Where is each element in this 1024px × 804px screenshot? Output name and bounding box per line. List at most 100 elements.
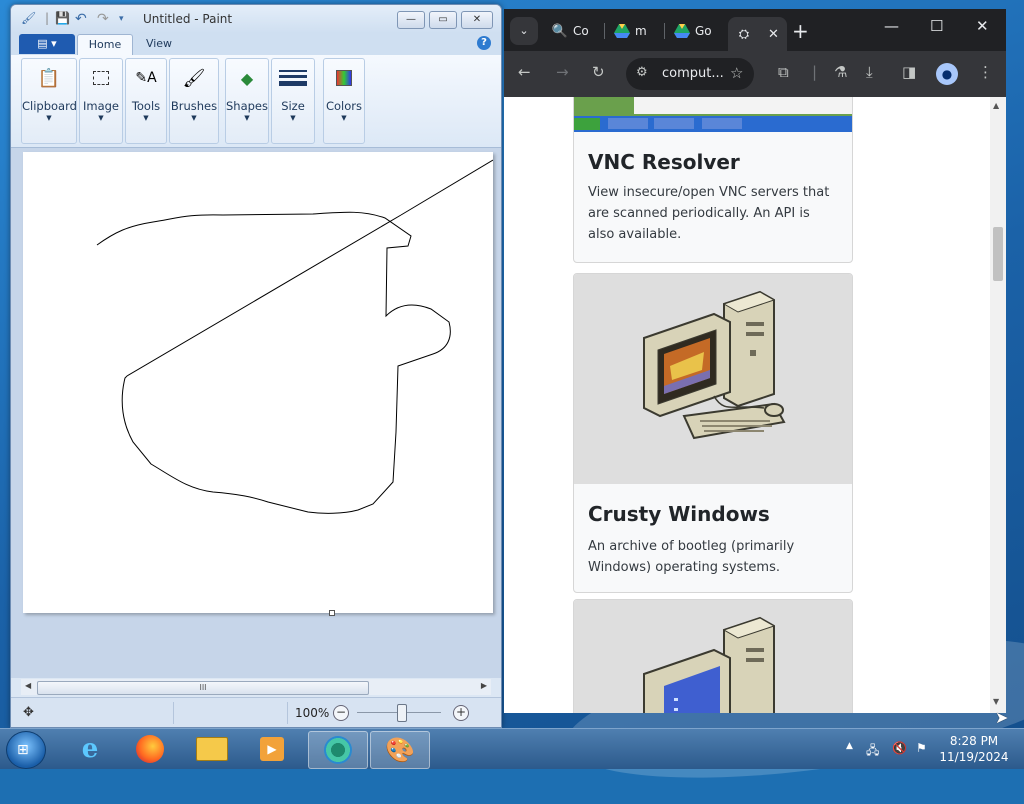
new-tab-button[interactable]: + (792, 19, 809, 43)
tools-label: Tools (131, 99, 161, 113)
taskbar-chrome-app[interactable] (308, 731, 368, 769)
card-crusty-windows[interactable]: Crusty Windows An archive of bootleg (pr… (573, 273, 853, 593)
status-separator (287, 702, 288, 724)
retro-computer-image (574, 600, 852, 713)
shapes-group[interactable]: ◆ Shapes ▼ (225, 58, 269, 144)
scroll-left-arrow-icon[interactable]: ◀ (25, 681, 31, 690)
site-icon: ⛭ (738, 26, 750, 42)
browser-tab-3[interactable]: Go (674, 17, 712, 45)
volume-muted-icon[interactable]: 🔇 (892, 741, 907, 755)
zoom-out-button[interactable]: − (333, 705, 349, 721)
toolbar-divider: | (812, 63, 818, 81)
close-button[interactable]: ✕ (976, 17, 989, 35)
profile-avatar-icon[interactable]: ● (936, 63, 958, 85)
search-icon: 🔍 (551, 23, 569, 39)
ribbon: 📋 Clipboard ▼ Image ▼ ✎A Tools ▼ 🖌 Brush… (11, 55, 501, 148)
tab-home[interactable]: Home (77, 34, 133, 55)
chevron-down-icon: ▼ (191, 114, 197, 122)
window-title: Untitled - Paint (143, 12, 233, 26)
minimize-button[interactable]: — (397, 11, 425, 29)
show-hidden-icons-arrow[interactable]: ▲ (846, 741, 853, 751)
close-tab-icon[interactable]: ✕ (768, 27, 779, 42)
start-button[interactable]: ⊞ (6, 731, 46, 769)
paint-app-icon[interactable]: 🖌 (21, 11, 36, 25)
image-group[interactable]: Image ▼ (79, 58, 123, 144)
minimize-button[interactable]: — (884, 17, 899, 35)
card-title[interactable]: VNC Resolver (588, 150, 740, 174)
brushes-group[interactable]: 🖌 Brushes ▼ (169, 58, 219, 144)
site-info-icon[interactable]: ⚙ (636, 65, 648, 80)
tools-group[interactable]: ✎A Tools ▼ (125, 58, 167, 144)
chrome-window: ⌄ 🔍 Co m Go ⛭ ✕ + — ☐ ✕ ← → ↻ ⚙ comput..… (504, 9, 1006, 713)
scrollbar-thumb[interactable]: III (37, 681, 369, 695)
taskbar: ⊞ e ▶ 🎨 ▲ 🖧 🔇 ⚑ 8:28 PM 11/19/2024 (0, 728, 1024, 769)
paint-titlebar[interactable]: 🖌 | 💾 ↶ ↷ ▾ Untitled - Paint — ▭ ✕ (11, 5, 501, 33)
menu-kebab-icon[interactable]: ⋮ (978, 63, 993, 81)
help-icon[interactable]: ? (477, 36, 491, 50)
tab-view[interactable]: View (137, 34, 181, 54)
scroll-down-arrow-icon[interactable]: ▼ (993, 697, 999, 706)
maximize-button[interactable]: ▭ (429, 11, 457, 29)
zoom-in-button[interactable]: + (453, 705, 469, 721)
redo-icon[interactable]: ↷ (97, 11, 109, 27)
horizontal-scrollbar[interactable]: ◀ III ▶ (21, 679, 491, 695)
bookmark-star-icon[interactable]: ☆ (730, 64, 743, 82)
chevron-down-icon: ▼ (46, 114, 52, 122)
canvas-area (11, 148, 501, 678)
drawing-canvas[interactable] (23, 152, 494, 616)
file-menu-button[interactable]: ▤ ▾ (19, 34, 75, 54)
close-button[interactable]: ✕ (461, 11, 493, 29)
clipboard-label: Clipboard (22, 99, 77, 113)
zoom-slider-knob[interactable] (397, 704, 407, 722)
download-icon[interactable]: ⤓ (866, 63, 873, 81)
card-partial[interactable] (573, 599, 853, 713)
internet-explorer-icon[interactable]: e (64, 731, 116, 767)
chevron-down-icon: ▼ (143, 114, 149, 122)
tab-strip: ⌄ 🔍 Co m Go ⛭ ✕ + — ☐ ✕ (504, 9, 1006, 51)
system-clock[interactable]: 8:28 PM 11/19/2024 (934, 733, 1014, 765)
chevron-down-icon: ▼ (244, 114, 250, 122)
canvas-drawing (96, 159, 494, 514)
network-icon[interactable]: 🖧 (866, 741, 879, 762)
labs-flask-icon[interactable]: ⚗ (834, 63, 847, 81)
chevron-down-icon: ▼ (341, 114, 347, 122)
size-group[interactable]: Size ▼ (271, 58, 315, 144)
save-icon[interactable]: 💾 (55, 11, 70, 25)
retro-computer-icon (643, 290, 786, 440)
tab-search-button[interactable]: ⌄ (510, 17, 538, 45)
scroll-right-arrow-icon[interactable]: ▶ (481, 681, 487, 690)
media-player-icon[interactable]: ▶ (246, 731, 298, 767)
forward-icon[interactable]: → (556, 63, 569, 81)
firefox-icon[interactable] (124, 731, 176, 767)
tab-divider (664, 23, 665, 39)
side-panel-icon[interactable]: ◨ (902, 63, 916, 81)
maximize-button[interactable]: ☐ (930, 17, 943, 35)
customize-quick-access-icon[interactable]: ▾ (119, 14, 124, 24)
clock-date: 11/19/2024 (939, 750, 1009, 764)
reload-icon[interactable]: ↻ (592, 63, 605, 81)
scrollbar-thumb[interactable] (993, 227, 1003, 281)
undo-icon[interactable]: ↶ (75, 11, 87, 27)
canvas-resize-handle[interactable] (329, 610, 335, 616)
browser-tab-1[interactable]: 🔍 Co (552, 17, 589, 45)
retro-computer-image (574, 274, 852, 484)
browser-tab-4-active[interactable]: ⛭ ✕ (728, 17, 787, 51)
image-select-icon (87, 64, 115, 92)
file-explorer-icon[interactable] (186, 731, 238, 767)
action-center-flag-icon[interactable]: ⚑ (916, 741, 927, 755)
line-size-icon (279, 64, 307, 92)
colors-group[interactable]: Colors ▼ (323, 58, 365, 144)
separator: | (45, 11, 50, 25)
back-icon[interactable]: ← (518, 63, 531, 81)
card-title[interactable]: Crusty Windows (588, 502, 770, 526)
extensions-icon[interactable]: ⧉ (778, 63, 789, 81)
address-bar[interactable]: ⚙ comput... ☆ (626, 58, 754, 90)
page-scrollbar[interactable]: ▲ ▼ (990, 97, 1006, 713)
taskbar-paint-app[interactable]: 🎨 (370, 731, 430, 769)
clipboard-group[interactable]: 📋 Clipboard ▼ (21, 58, 77, 144)
scroll-up-arrow-icon[interactable]: ▲ (993, 101, 999, 110)
size-label: Size (281, 99, 305, 113)
retro-computer-icon (643, 616, 776, 713)
browser-tab-2[interactable]: m (614, 17, 647, 45)
card-vnc-resolver[interactable]: VNC Resolver View insecure/open VNC serv… (573, 97, 853, 263)
